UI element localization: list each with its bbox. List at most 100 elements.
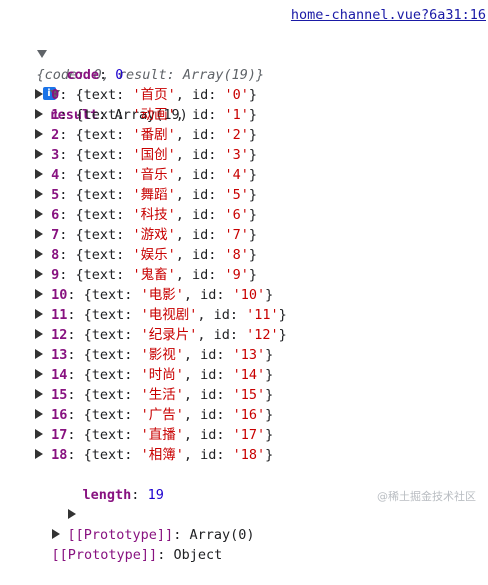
array-item-row[interactable]: 8: {text: '娱乐', id: '8'} — [35, 245, 257, 265]
array-item-id: 13 — [240, 347, 258, 363]
array-item-text: 直播 — [148, 427, 176, 443]
preview-result-value: Array(19) — [182, 67, 257, 83]
array-item-id: 2 — [232, 127, 241, 143]
object-prototype-key: [[Prototype]] — [51, 547, 158, 563]
array-item-row[interactable]: 18: {text: '相簿', id: '18'} — [35, 445, 273, 465]
array-item-row[interactable]: 4: {text: '音乐', id: '4'} — [35, 165, 257, 185]
array-item-id: 12 — [254, 327, 271, 343]
array-item-row[interactable]: 15: {text: '生活', id: '15'} — [35, 385, 273, 405]
expand-toggle-icon[interactable] — [35, 348, 43, 359]
array-item-id: 5 — [232, 187, 241, 203]
array-item-index: 12 — [51, 327, 68, 343]
expand-toggle-icon[interactable] — [35, 208, 43, 219]
array-item-row[interactable]: 12: {text: '纪录片', id: '12'} — [35, 325, 287, 345]
array-item-id: 1 — [232, 107, 241, 123]
expand-toggle-icon[interactable] — [35, 108, 43, 119]
array-item-id: 3 — [232, 147, 241, 163]
array-item-text: 电影 — [148, 287, 176, 303]
array-item-id: 6 — [232, 207, 241, 223]
expand-toggle-icon[interactable] — [35, 128, 43, 139]
array-item-row[interactable]: 1: {text: '动画', id: '1'} — [35, 105, 257, 125]
expand-toggle-icon[interactable] — [35, 248, 43, 259]
expand-toggle-icon[interactable] — [35, 428, 43, 439]
expand-toggle-icon[interactable] — [35, 448, 43, 459]
array-item-id: 9 — [232, 267, 241, 283]
expand-toggle-icon[interactable] — [35, 408, 43, 419]
array-prototype-line[interactable]: [[Prototype]]: Array(0) — [35, 485, 254, 543]
array-item-id: 4 — [232, 167, 241, 183]
array-item-row[interactable]: 14: {text: '时尚', id: '14'} — [35, 365, 273, 385]
array-item-text: 游戏 — [140, 227, 168, 243]
array-item-id: 16 — [240, 407, 258, 423]
array-item-text: 生活 — [148, 387, 176, 403]
array-item-text: 科技 — [140, 207, 168, 223]
array-item-index: 15 — [51, 387, 68, 403]
array-item-row[interactable]: 17: {text: '直播', id: '17'} — [35, 425, 273, 445]
array-prototype-value: Array(0) — [189, 527, 255, 543]
array-item-row[interactable]: 7: {text: '游戏', id: '7'} — [35, 225, 257, 245]
array-item-index: 10 — [51, 287, 68, 303]
array-item-index: 17 — [51, 427, 68, 443]
array-item-row[interactable]: 13: {text: '影视', id: '13'} — [35, 345, 273, 365]
array-item-id: 10 — [240, 287, 258, 303]
object-prototype-value: Object — [173, 547, 223, 563]
array-item-id: 11 — [254, 307, 271, 323]
array-item-index: 13 — [51, 347, 68, 363]
array-item-row[interactable]: 2: {text: '番剧', id: '2'} — [35, 125, 257, 145]
expand-toggle-icon[interactable] — [35, 268, 43, 279]
array-item-row[interactable]: 6: {text: '科技', id: '6'} — [35, 205, 257, 225]
array-item-text: 纪录片 — [148, 327, 190, 343]
array-item-row[interactable]: 9: {text: '鬼畜', id: '9'} — [35, 265, 257, 285]
array-item-text: 首页 — [140, 87, 168, 103]
array-item-row[interactable]: 0: {text: '首页', id: '0'} — [35, 85, 257, 105]
array-item-text: 时尚 — [148, 367, 176, 383]
source-link[interactable]: home-channel.vue?6a31:16 — [291, 7, 486, 23]
array-prototype-key: [[Prototype]] — [67, 527, 174, 543]
length-property-line: length: 19 — [82, 487, 164, 503]
expand-toggle-icon[interactable] — [35, 368, 43, 379]
array-item-text: 娱乐 — [140, 247, 168, 263]
expand-toggle-icon[interactable] — [35, 188, 43, 199]
root-object-line[interactable]: {code: 0, result: Array(19)} i — [4, 25, 264, 100]
array-item-id: 0 — [232, 87, 241, 103]
preview-close-brace: } — [256, 67, 265, 83]
expand-toggle-icon[interactable] — [35, 388, 43, 399]
watermark: @稀土掘金技术社区 — [377, 490, 476, 503]
array-item-row[interactable]: 10: {text: '电影', id: '10'} — [35, 285, 273, 305]
expand-toggle-icon[interactable] — [35, 228, 43, 239]
array-item-row[interactable]: 3: {text: '国创', id: '3'} — [35, 145, 257, 165]
expand-toggle-icon[interactable] — [35, 328, 43, 339]
array-item-text: 广告 — [148, 407, 176, 423]
array-item-text: 动画 — [140, 107, 168, 123]
array-item-index: 14 — [51, 367, 68, 383]
array-item-row[interactable]: 11: {text: '电视剧', id: '11'} — [35, 305, 287, 325]
console-panel: home-channel.vue?6a31:16 {code: 0, resul… — [0, 0, 488, 563]
array-item-row[interactable]: 16: {text: '广告', id: '16'} — [35, 405, 273, 425]
array-item-id: 17 — [240, 427, 258, 443]
expand-toggle-icon[interactable] — [35, 288, 43, 299]
array-item-row[interactable]: 5: {text: '舞蹈', id: '5'} — [35, 185, 257, 205]
array-item-id: 15 — [240, 387, 258, 403]
array-item-text: 舞蹈 — [140, 187, 168, 203]
array-item-text: 音乐 — [140, 167, 168, 183]
array-item-index: 18 — [51, 447, 68, 463]
array-item-id: 8 — [232, 247, 241, 263]
code-property-line: code: 0 — [66, 67, 124, 83]
array-item-id: 18 — [240, 447, 258, 463]
expand-toggle-icon[interactable] — [35, 168, 43, 179]
array-item-id: 7 — [232, 227, 241, 243]
array-item-index: 16 — [51, 407, 68, 423]
array-item-id: 14 — [240, 367, 258, 383]
array-item-text: 相簿 — [148, 447, 176, 463]
array-item-text: 鬼畜 — [140, 267, 168, 283]
expand-toggle-icon[interactable] — [51, 528, 60, 539]
array-item-index: 11 — [51, 307, 68, 323]
array-item-text: 番剧 — [140, 127, 168, 143]
expand-toggle-icon[interactable] — [35, 148, 43, 159]
expand-toggle-icon[interactable] — [35, 308, 43, 319]
array-item-text: 国创 — [140, 147, 168, 163]
array-item-text: 电视剧 — [148, 307, 190, 323]
result-property-line[interactable]: result: Array(19) — [17, 65, 188, 123]
object-prototype-line[interactable]: [[Prototype]]: Object — [19, 505, 222, 563]
expand-toggle-icon[interactable] — [35, 88, 43, 99]
